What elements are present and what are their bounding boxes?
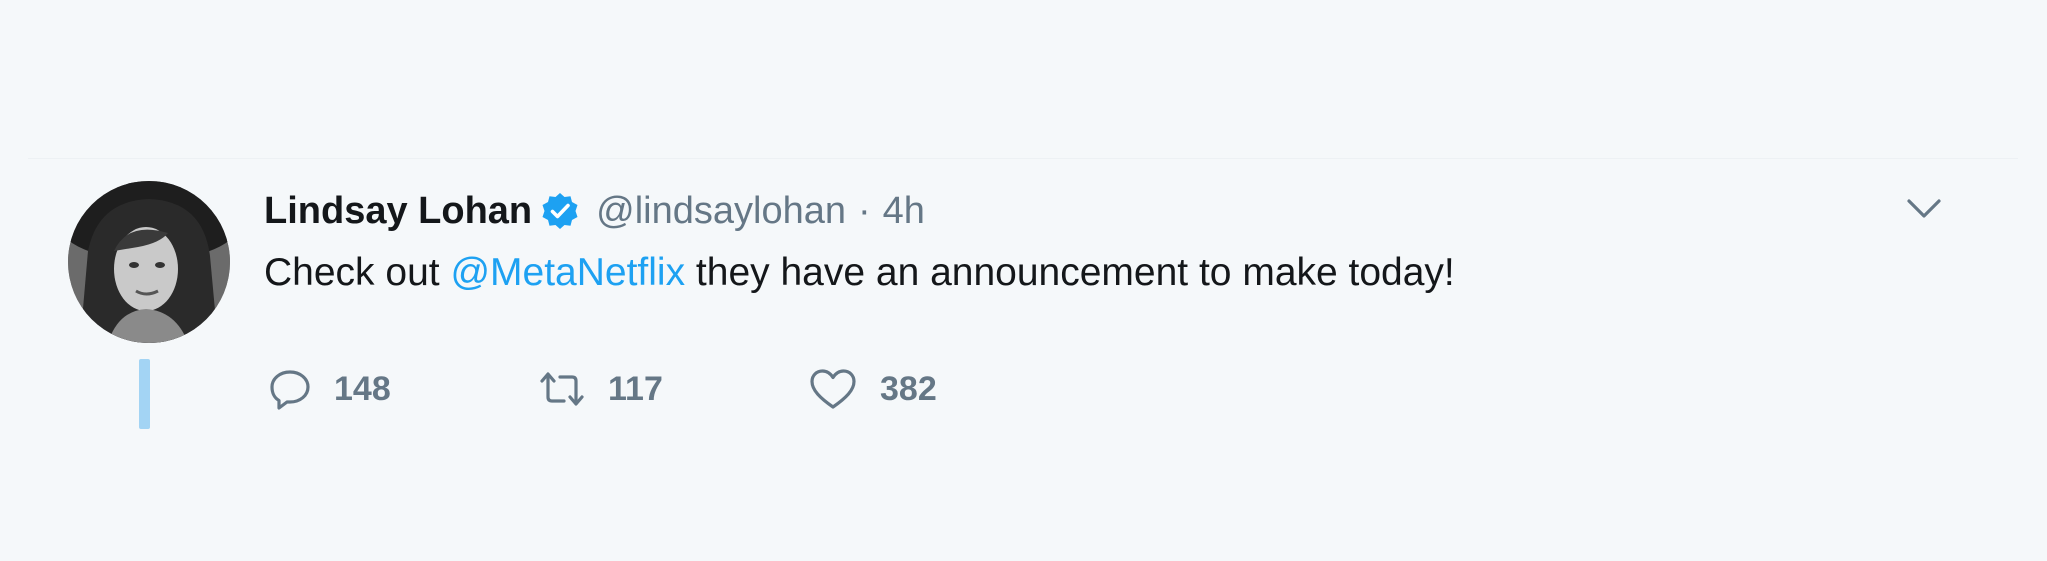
retweet-icon	[538, 367, 586, 411]
chevron-down-icon[interactable]	[1906, 197, 1942, 221]
avatar[interactable]	[68, 181, 230, 343]
reply-count: 148	[334, 369, 391, 408]
retweet-count: 117	[608, 369, 663, 408]
tweet-header: Lindsay Lohan @lindsaylohan · 4h	[264, 186, 925, 236]
reply-bubble-icon	[268, 367, 312, 411]
author-name[interactable]: Lindsay Lohan	[264, 190, 532, 233]
heart-icon	[808, 367, 858, 411]
thread-line	[139, 359, 150, 429]
author-handle[interactable]: @lindsaylohan	[596, 190, 846, 233]
avatar-photo	[68, 181, 230, 343]
like-count: 382	[880, 369, 937, 408]
tweet-text: Check out @MetaNetflix they have an anno…	[264, 251, 1455, 295]
verified-badge-icon	[540, 191, 580, 231]
like-button[interactable]: 382	[808, 359, 937, 419]
page: Lindsay Lohan @lindsaylohan · 4h Check o…	[0, 0, 2047, 561]
tweet-text-before: Check out	[264, 251, 451, 294]
reply-button[interactable]: 148	[268, 359, 391, 419]
mention-link[interactable]: @MetaNetflix	[450, 251, 685, 294]
tweet-text-after: they have an announcement to make today!	[685, 251, 1455, 294]
separator-dot: ·	[857, 189, 871, 232]
tweet-timestamp[interactable]: 4h	[883, 190, 925, 233]
retweet-button[interactable]: 117	[538, 359, 663, 419]
tweet-card[interactable]: Lindsay Lohan @lindsaylohan · 4h Check o…	[28, 158, 2018, 459]
